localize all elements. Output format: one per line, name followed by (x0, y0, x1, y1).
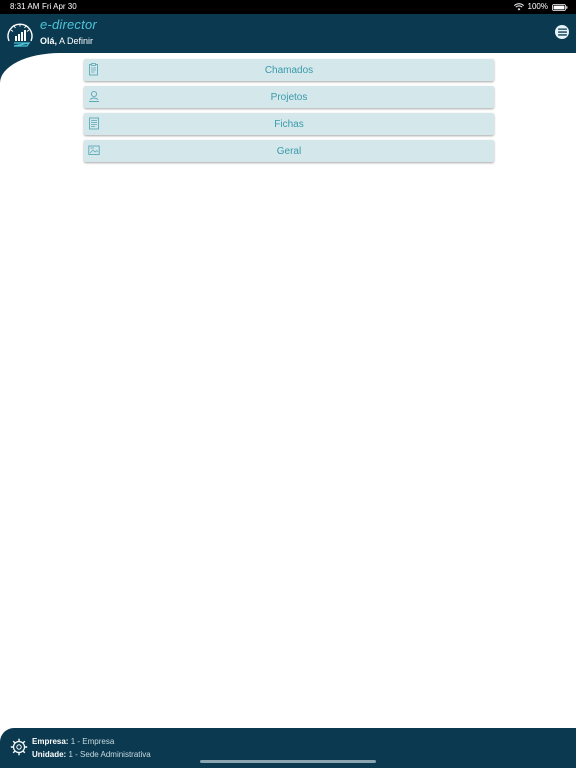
app-screen: 8:31 AM Fri Apr 30 100% e-director Olá, … (0, 0, 576, 768)
status-date: Fri Apr 30 (42, 2, 77, 11)
document-list-icon (89, 117, 99, 130)
person-stamp-icon (89, 90, 99, 102)
menu-item-label: Fichas (274, 118, 304, 130)
menu-item-projetos[interactable]: Projetos (84, 86, 494, 108)
greeting: Olá, A Definir (40, 36, 93, 46)
menu-item-geral[interactable]: Geral (84, 140, 494, 162)
menu-item-label: Chamados (264, 64, 314, 76)
menu-item-label: Projetos (270, 91, 308, 103)
empresa-label: Empresa: (32, 737, 69, 746)
footer-unidade: Unidade: 1 - Sede Administrativa (32, 750, 151, 759)
greeting-label: Olá, (40, 36, 58, 46)
gear-settings-icon[interactable] (10, 738, 28, 756)
menu-item-chamados[interactable]: Chamados (84, 59, 494, 81)
speedometer-logo-icon (7, 23, 33, 47)
wifi-icon (513, 3, 524, 11)
footer-empresa: Empresa: 1 - Empresa (32, 737, 114, 746)
menu-item-label: Geral (276, 145, 302, 157)
hamburger-menu-button[interactable] (555, 25, 569, 39)
app-title: e-director (40, 17, 97, 32)
unidade-value: 1 - Sede Administrativa (68, 750, 151, 759)
status-time: 8:31 AM (10, 2, 40, 11)
unidade-label: Unidade: (32, 750, 67, 759)
hamburger-icon (557, 28, 567, 36)
battery-percent: 100% (527, 2, 548, 11)
status-bar: 8:31 AM Fri Apr 30 100% (0, 0, 576, 14)
main-menu-list: Chamados Projetos Fichas Geral (84, 59, 494, 167)
user-name: A Definir (59, 36, 94, 46)
battery-icon (552, 3, 568, 11)
menu-item-fichas[interactable]: Fichas (84, 113, 494, 135)
home-indicator[interactable] (200, 760, 376, 763)
clipboard-icon (89, 63, 98, 76)
status-right: 100% (513, 0, 568, 14)
empresa-value: 1 - Empresa (70, 737, 115, 746)
image-card-icon (88, 145, 100, 155)
